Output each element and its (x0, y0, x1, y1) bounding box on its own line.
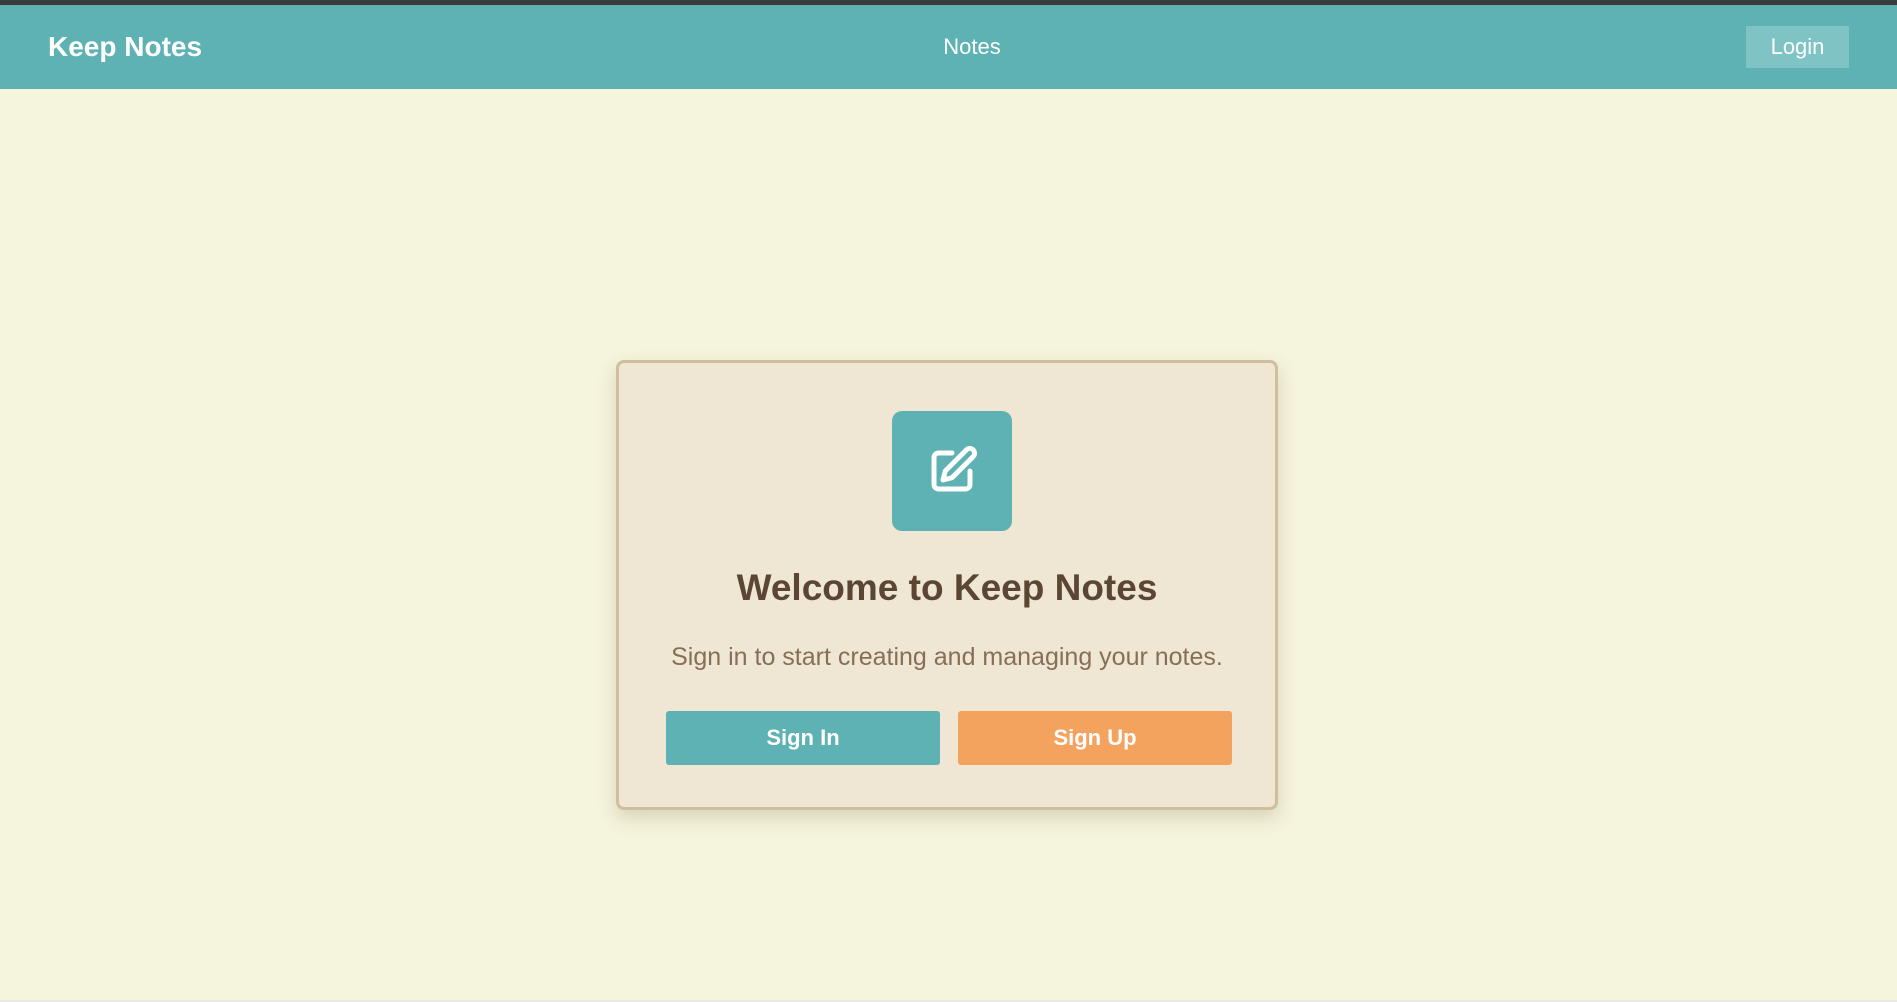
sign-in-button[interactable]: Sign In (666, 711, 940, 765)
sign-up-button[interactable]: Sign Up (958, 711, 1232, 765)
login-button[interactable]: Login (1746, 26, 1849, 68)
welcome-card: Welcome to Keep Notes Sign in to start c… (616, 360, 1278, 810)
top-navbar: Keep Notes Notes Login (0, 5, 1897, 89)
nav-link-notes[interactable]: Notes (897, 5, 1047, 89)
welcome-subtitle: Sign in to start creating and managing y… (671, 643, 1223, 671)
welcome-title: Welcome to Keep Notes (736, 567, 1158, 608)
brand-logo-text[interactable]: Keep Notes (48, 5, 202, 89)
edit-note-icon (892, 411, 1012, 531)
